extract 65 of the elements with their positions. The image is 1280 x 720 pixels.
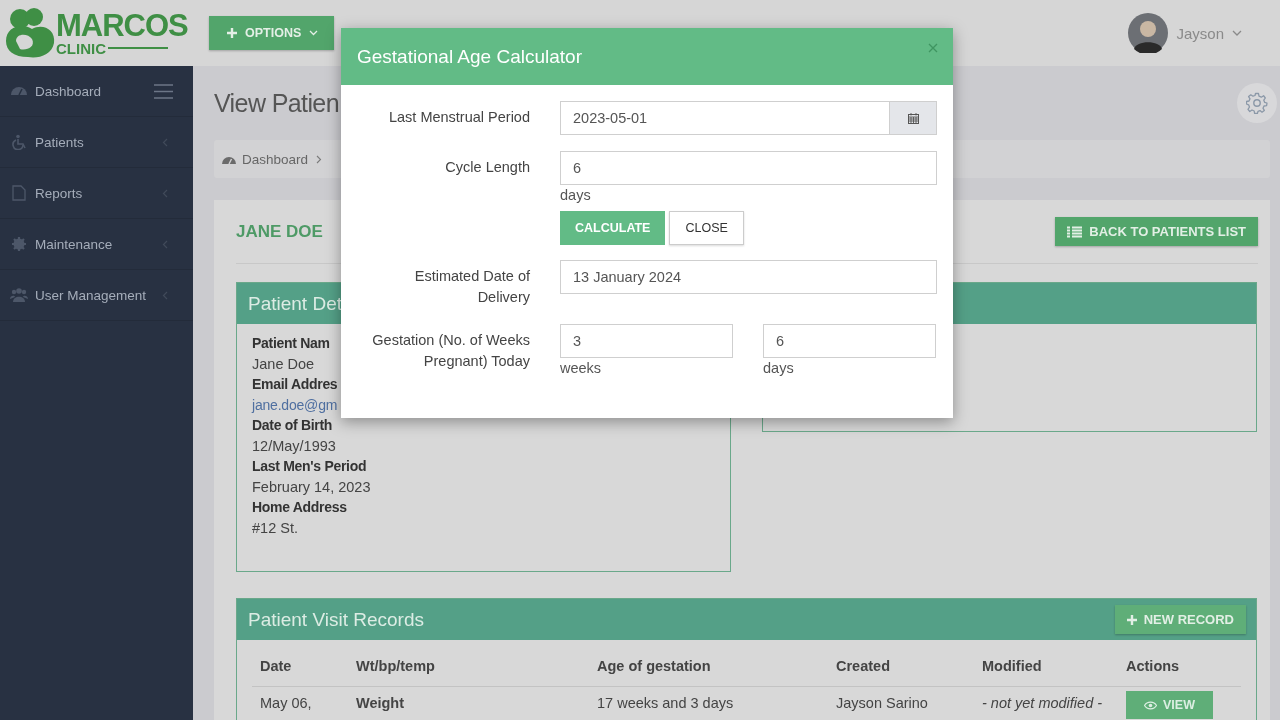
email-link[interactable]: jane.doe@gm [252,394,338,415]
people-icon [10,287,28,303]
logo-title: MARCOS [56,10,188,41]
unit-label: days [763,360,795,376]
unit-label: days [560,187,592,203]
calendar-button[interactable] [890,101,937,135]
field-value: 12/May/1993 [252,436,336,456]
settings-button[interactable] [1237,83,1277,123]
column-header: Modified [974,646,1118,687]
list-icon [1067,225,1083,238]
column-header: Date [252,646,348,687]
column-header: Created [828,646,974,687]
column-header: Age of gestation [589,646,828,687]
field-value: Jane Doe [252,354,315,374]
date-field[interactable]: 2023-05-01 [560,101,890,135]
chevron-icon [316,154,323,164]
sidebar-item[interactable]: Maintenance [0,219,173,269]
breadcrumb-link[interactable]: Dashboard [222,151,309,167]
field-label: Last Men's Period [252,457,367,476]
table-cell: Jayson Sarino [828,686,974,720]
sidebar-item[interactable]: Dashboard [0,66,150,116]
menu-icon[interactable] [154,83,173,99]
close-button[interactable]: CLOSE [669,211,744,245]
days-field[interactable]: 6 [763,324,936,358]
sidebar-item[interactable]: Patients [0,117,173,167]
panel-title: Patient Visit Records [248,608,424,631]
cycle-length-field[interactable]: 6 [560,151,937,185]
caret-icon [309,30,319,36]
field-label: Date of Birth [252,416,333,435]
document-icon [10,185,28,201]
close-icon[interactable] [928,42,938,53]
table-cell: May 06, [252,686,348,720]
wheelchair-icon [10,134,28,150]
table-cell: Weight [348,686,589,720]
column-header: Wt/bp/temp [348,646,589,687]
dialog-title: Gestational Age Calculator [357,45,582,68]
plus-icon [1126,614,1137,625]
field-label: Estimated Date of Delivery [413,267,530,307]
field-value: #12 St. [252,518,298,538]
due-date-field[interactable]: 13 January 2024 [560,260,937,294]
unit-label: weeks [560,360,603,376]
gear-icon [10,236,28,252]
field-label: Last Menstrual Period [387,108,530,127]
avatar-icon [1128,13,1169,53]
table-cell: - not yet modified - [974,686,1118,720]
field-label: Patient Nam [252,334,330,353]
weeks-field[interactable]: 3 [560,324,733,358]
patient-name: JANE DOE [236,221,323,242]
plus-icon [227,28,237,38]
table-cell: 17 weeks and 3 days [589,686,828,720]
field-label: Cycle Length [444,158,530,177]
field-label: Home Address [252,498,347,517]
sidebar-item[interactable]: Reports [0,168,173,218]
field-label: Email Addres [252,375,338,394]
caret-icon [1232,30,1242,36]
field-label: Gestation (No. of Weeks Pregnant) Today [371,331,530,371]
eye-icon [1144,700,1157,710]
gear-icon [1246,92,1268,114]
column-header: Actions [1118,646,1241,687]
page-title: View Patien [214,88,339,118]
sidebar-item[interactable]: User Management [0,270,173,320]
field-value: February 14, 2023 [252,477,371,497]
logo-subtitle: CLINIC [56,40,106,56]
calendar-icon [907,112,919,124]
panel-title: Patient Det [248,292,342,315]
